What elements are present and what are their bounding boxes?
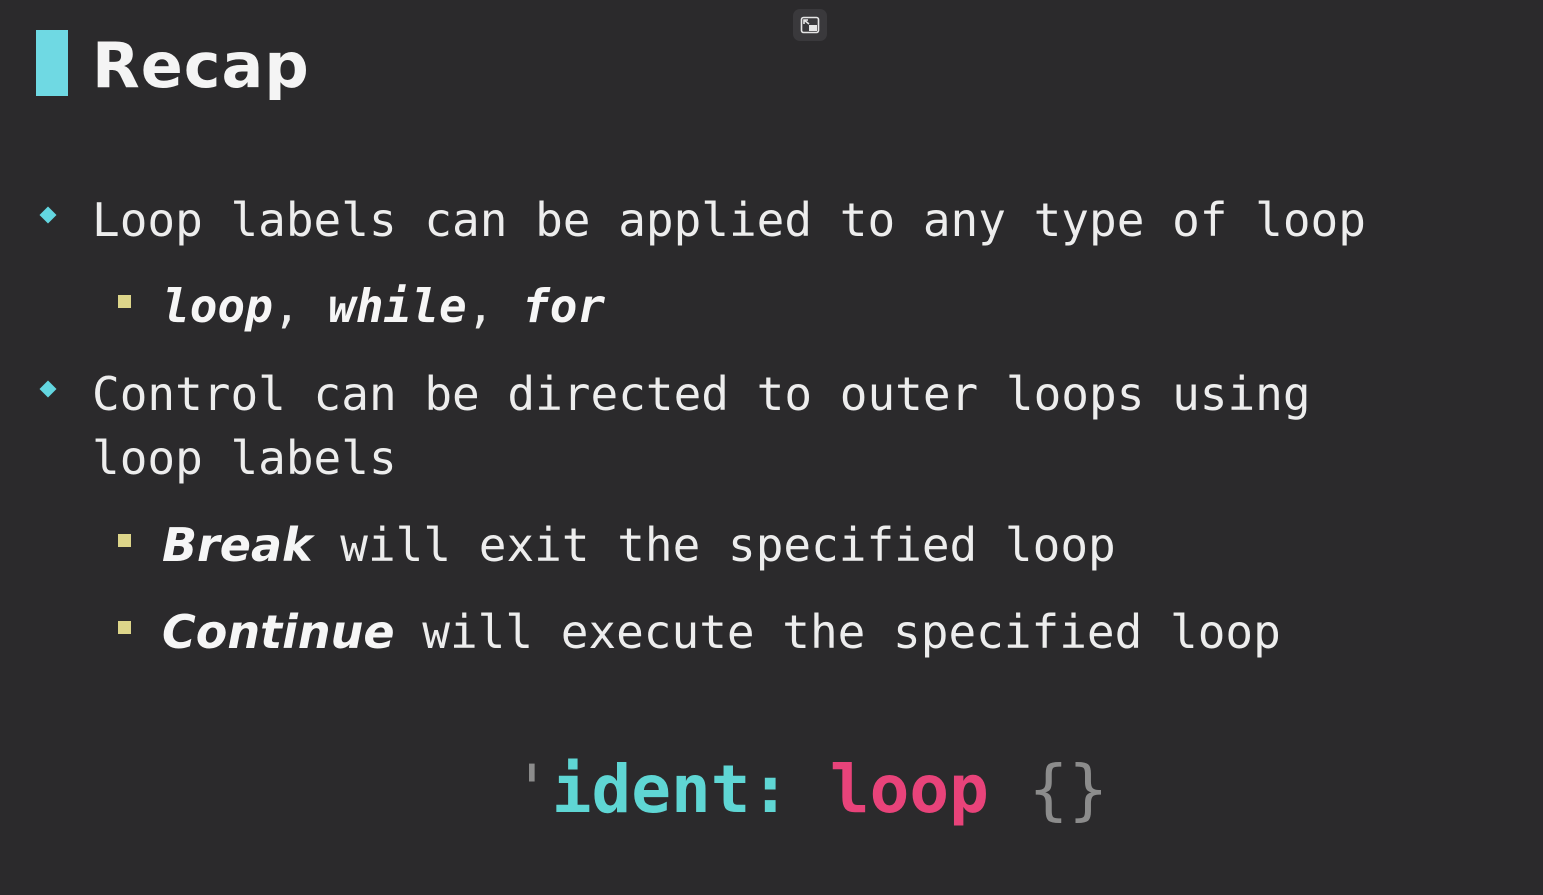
sub-bullet-text: will execute the specified loop [394, 605, 1281, 659]
sub-bullet-continue: Continue will execute the specified loop [162, 600, 1281, 664]
keyword-break: Break [162, 518, 313, 572]
code-ident: ident: [551, 751, 791, 828]
keyword-continue: Continue [162, 605, 395, 659]
code-braces: {} [1028, 751, 1109, 828]
separator: , [272, 279, 329, 333]
code-loop-keyword: loop [829, 751, 989, 828]
square-bullet-icon [118, 534, 131, 547]
separator: , [466, 279, 523, 333]
exit-pip-button[interactable] [793, 9, 827, 41]
bullet-control-line2: loop labels [92, 431, 397, 485]
slide-title: Recap [92, 29, 310, 102]
slide: Recap Loop labels can be applied to any … [0, 0, 1543, 895]
sub-bullet-break: Break will exit the specified loop [162, 513, 1116, 577]
keyword-for: for [522, 279, 606, 333]
square-bullet-icon [118, 621, 131, 634]
bullet-loop-labels: Loop labels can be applied to any type o… [92, 193, 1366, 247]
exit-picture-in-picture-icon [800, 16, 820, 34]
code-quote: ' [512, 751, 552, 828]
diamond-bullet-icon [39, 206, 57, 224]
title-accent-bar [36, 30, 68, 96]
diamond-bullet-icon [39, 380, 57, 398]
code-snippet: 'ident: loop {} [512, 748, 1108, 832]
bullet-control-line1: Control can be directed to outer loops u… [92, 367, 1311, 421]
sub-bullet-loop-types: loop, while, for [162, 274, 605, 338]
keyword-while: while [328, 279, 467, 333]
sub-bullet-text: will exit the specified loop [312, 518, 1116, 572]
square-bullet-icon [118, 295, 131, 308]
keyword-loop: loop [162, 279, 273, 333]
